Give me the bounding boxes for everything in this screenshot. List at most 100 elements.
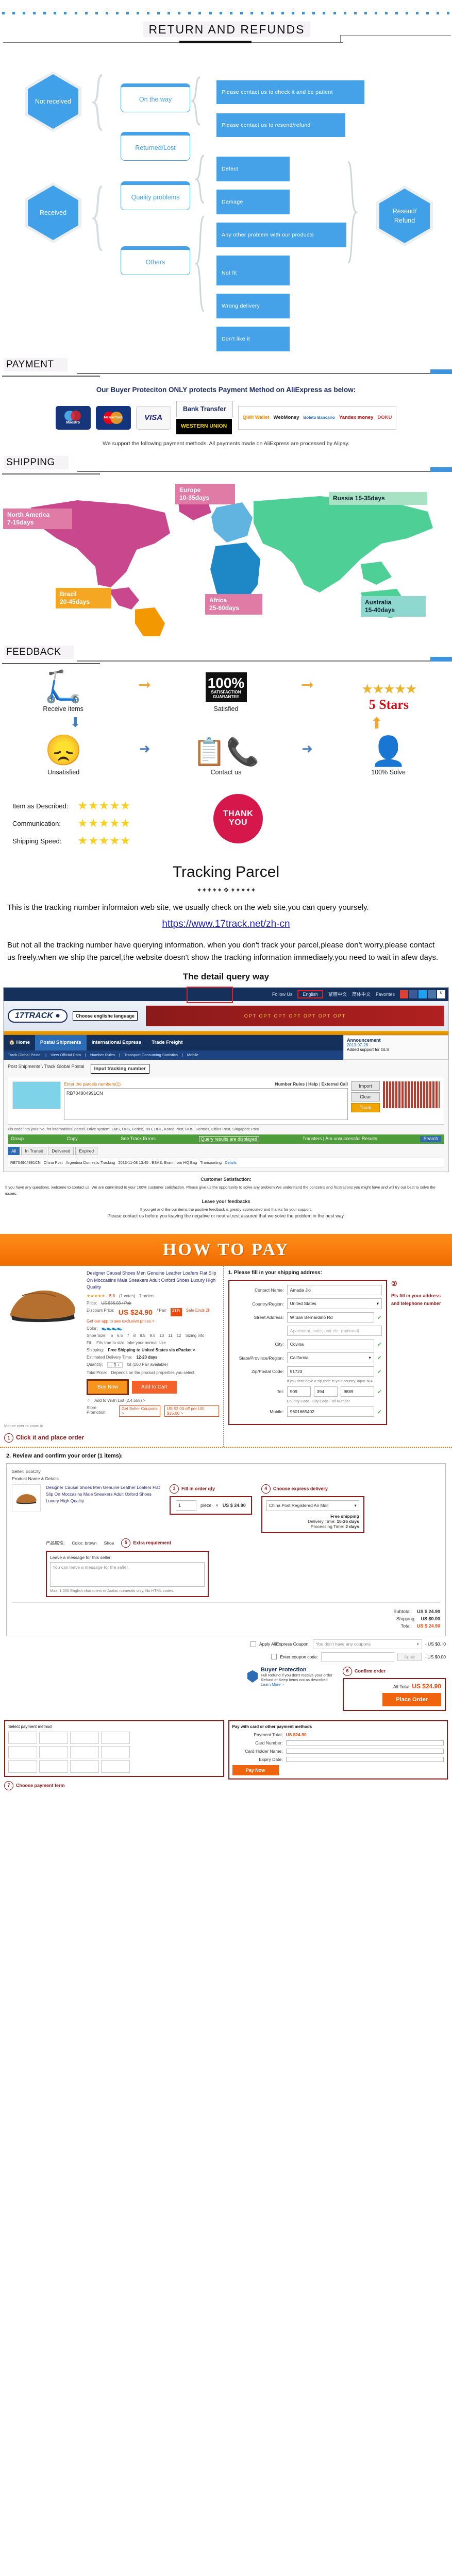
- result-details-link[interactable]: Details: [225, 1160, 237, 1165]
- toolbar-transfers[interactable]: Transfers | Am unsuccessful Results: [303, 1136, 377, 1142]
- size-option[interactable]: 6: [111, 1333, 113, 1338]
- tel-country-input[interactable]: 909: [287, 1386, 311, 1397]
- track17-lang-simplified[interactable]: 简体中文: [352, 991, 371, 997]
- bp-learn-more[interactable]: Learn More >: [261, 1682, 332, 1687]
- coupon-code-input[interactable]: [321, 1652, 395, 1662]
- subnav-official-data[interactable]: View Official Data: [51, 1053, 81, 1057]
- size-option[interactable]: 8.5: [140, 1333, 145, 1338]
- result-tab-all[interactable]: All: [8, 1146, 20, 1155]
- toolbar-search-button[interactable]: Search: [420, 1136, 441, 1142]
- processing-time-row: Processing Time: 2 days: [310, 1523, 359, 1529]
- seller-name[interactable]: EcoCity: [25, 1469, 40, 1474]
- flow-node-not-received: Not received: [25, 71, 81, 132]
- payment-method-grid[interactable]: [8, 1731, 220, 1773]
- coupon-checkbox[interactable]: [250, 1641, 257, 1647]
- add-to-cart-button[interactable]: Add to Cart: [132, 1380, 177, 1394]
- toolbar-see-track-errors[interactable]: See Track Errors: [121, 1136, 156, 1142]
- nav-home[interactable]: 🏠 Home: [4, 1035, 35, 1050]
- track17-social-icons[interactable]: 0: [400, 990, 445, 998]
- twitter-icon: [418, 990, 427, 998]
- customer-satisfaction-title: Customer Satisfaction:: [200, 1176, 252, 1182]
- delivery-select[interactable]: China Post Registered Air Mail ▾: [266, 1500, 359, 1511]
- tracking-paragraph-2: But not all the tracking number have que…: [7, 941, 439, 962]
- coupon-select[interactable]: You don't have any coupons ▾: [312, 1639, 422, 1649]
- pay-now-button[interactable]: Pay Now: [232, 1765, 279, 1775]
- tel-city-input[interactable]: 394: [313, 1386, 338, 1397]
- callout-input-tracking-number: Input tracking number: [90, 1063, 149, 1074]
- mobile-input[interactable]: 9601665402: [287, 1406, 374, 1417]
- subnav-statistics[interactable]: Transport Consuming Statistics: [124, 1053, 178, 1057]
- track17-banner-ad[interactable]: OPT OPT OPT OPT OPT OPT OPT: [145, 1005, 444, 1026]
- track-website-link[interactable]: https://www.17track.net/zh-cn: [0, 919, 452, 930]
- wishlist-link[interactable]: ♡ Add to Wish List (2,4,555) >: [87, 1398, 219, 1403]
- nav-postal-shipments[interactable]: Postal Shipments: [35, 1035, 87, 1050]
- track17-toolbar[interactable]: Group Copy See Track Errors Query result…: [8, 1134, 444, 1144]
- street-address-input[interactable]: W San Bernardino Rd: [287, 1312, 374, 1323]
- track17-result-tabs[interactable]: All In Transit Delivered Expired: [8, 1146, 444, 1155]
- order-qty-input[interactable]: 1: [176, 1500, 196, 1511]
- payment-logo-maestro: Maestro: [55, 405, 91, 430]
- size-option[interactable]: 12: [177, 1333, 181, 1338]
- feedback-step-contact: 📋📞 Contact us: [174, 739, 277, 776]
- returns-flowchart-cont: Not fit Wrong delivery Don't like it: [0, 259, 452, 351]
- track-button[interactable]: Track: [351, 1103, 380, 1112]
- subnav-track-global[interactable]: Track Global Postal: [8, 1053, 41, 1057]
- subnav-mobile[interactable]: Mobile: [187, 1053, 198, 1057]
- result-tab-transit[interactable]: In Transit: [21, 1146, 47, 1155]
- rating-stars-described: ★★★★★: [77, 799, 131, 812]
- size-option[interactable]: 10: [159, 1333, 164, 1338]
- card-number-input[interactable]: [286, 1740, 444, 1745]
- zip-input[interactable]: 91723: [287, 1366, 374, 1377]
- tel-number-input[interactable]: 9889: [340, 1386, 374, 1397]
- size-option[interactable]: 11: [168, 1333, 172, 1338]
- size-option[interactable]: 8: [133, 1333, 136, 1338]
- result-tab-delivered[interactable]: Delivered: [48, 1146, 74, 1155]
- place-order-button[interactable]: Place Order: [382, 1692, 441, 1706]
- result-tab-expired[interactable]: Expired: [75, 1146, 98, 1155]
- size-option[interactable]: 6.5: [117, 1333, 123, 1338]
- panel-links[interactable]: Number Rules | Help | External Call: [275, 1081, 348, 1087]
- nav-trade-freight[interactable]: Trade Freight: [146, 1035, 188, 1050]
- import-button[interactable]: Import: [351, 1081, 380, 1091]
- seller-message-textarea[interactable]: You can leave a message for the seller.: [50, 1562, 205, 1587]
- buy-now-button[interactable]: Buy Now: [87, 1379, 129, 1395]
- feedback-step-unsatisfied: 😞 Unsatisfied: [12, 736, 115, 776]
- subnav-number-rules[interactable]: Number Rules: [90, 1053, 115, 1057]
- customer-satisfaction-block: Customer Satisfaction: If you have any q…: [0, 1172, 452, 1224]
- shipping-world-map: North America 7-15days Europe 10-35days …: [0, 482, 452, 636]
- size-option[interactable]: 7: [127, 1333, 129, 1338]
- track17-announcement: Announcement 2013-07-26 Added support fo…: [343, 1035, 448, 1060]
- app-note[interactable]: Get our app to see exclusive prices >: [87, 1319, 219, 1324]
- size-option[interactable]: 9.5: [149, 1333, 155, 1338]
- contact-name-input[interactable]: Amada Jio: [287, 1285, 382, 1295]
- track17-favorites[interactable]: Favorites: [376, 992, 395, 997]
- promo-discount[interactable]: US $2.00 off per US $35.00 >: [164, 1405, 219, 1417]
- color-swatches[interactable]: 👟👟👟👟: [102, 1326, 122, 1331]
- track17-input-panel: Enter the parcels numbers(1) Number Rule…: [8, 1076, 444, 1125]
- city-input[interactable]: Covina: [287, 1339, 374, 1349]
- country-select[interactable]: United States ▾: [287, 1298, 382, 1309]
- apartment-input[interactable]: Apartment, suite, unit etc. (optional): [287, 1326, 382, 1336]
- promo-coupons[interactable]: Get Seller Coupons >: [119, 1405, 160, 1417]
- brace-received: [92, 185, 103, 251]
- tracking-number-input[interactable]: RB704904991CN: [64, 1088, 348, 1120]
- sizing-info-link[interactable]: Sizing info: [186, 1333, 205, 1338]
- qty-stepper[interactable]: − 1 +: [107, 1362, 123, 1368]
- track17-nav[interactable]: 🏠 Home Postal Shipments International Ex…: [4, 1035, 343, 1050]
- expiry-input[interactable]: [286, 1756, 444, 1762]
- card-holder-row: Card Holder Name:: [232, 1748, 444, 1754]
- nav-international-express[interactable]: International Express: [87, 1035, 147, 1050]
- track17-lang-traditional[interactable]: 繁體中文: [328, 991, 347, 997]
- valid-check-icon: ✔: [377, 1368, 382, 1375]
- state-select[interactable]: California ▾: [287, 1352, 374, 1363]
- order-thumbnail: [12, 1484, 41, 1512]
- apply-button[interactable]: Apply: [397, 1652, 422, 1661]
- toolbar-copy[interactable]: Copy: [67, 1136, 78, 1142]
- sale-ends: Sale Ends 2h: [186, 1308, 211, 1313]
- coupon-code-checkbox[interactable]: [271, 1654, 277, 1659]
- clear-button[interactable]: Clear: [351, 1092, 380, 1101]
- track17-lang-english[interactable]: English: [297, 990, 323, 998]
- track17-subnav[interactable]: Track Global Postal | View Official Data |…: [4, 1050, 343, 1060]
- toolbar-group[interactable]: Group: [11, 1136, 24, 1142]
- card-holder-input[interactable]: [286, 1748, 444, 1754]
